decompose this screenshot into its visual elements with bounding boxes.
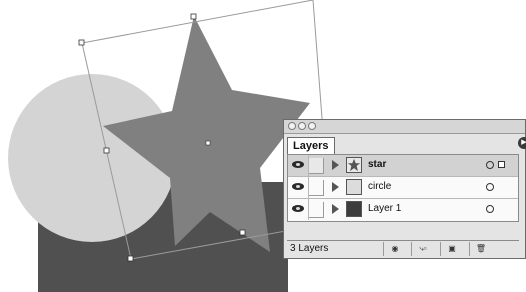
layer-thumbnail-circle bbox=[346, 179, 362, 195]
trash-icon[interactable]: 🗑 bbox=[469, 242, 492, 256]
visibility-toggle[interactable] bbox=[288, 199, 309, 220]
handle-left-center[interactable] bbox=[103, 147, 110, 154]
layer-row-layer-1[interactable]: Layer 1 bbox=[288, 199, 518, 220]
visibility-toggle[interactable] bbox=[288, 155, 309, 176]
handle-bottom-center[interactable] bbox=[239, 229, 246, 236]
layers-list: star circle Layer 1 bbox=[287, 154, 519, 222]
make-clipping-mask-icon[interactable]: ◉ bbox=[383, 242, 406, 256]
close-button[interactable] bbox=[288, 122, 296, 130]
new-layer-icon[interactable]: ▣ bbox=[440, 242, 463, 256]
palette-title-bar[interactable] bbox=[284, 120, 525, 134]
handle-top-left[interactable] bbox=[78, 39, 85, 46]
layer-name: circle bbox=[368, 181, 392, 192]
layer-row-star[interactable]: star bbox=[288, 155, 518, 177]
eye-icon bbox=[292, 161, 304, 168]
layer-name: Layer 1 bbox=[368, 203, 402, 214]
layer-thumbnail-layer-1 bbox=[346, 201, 362, 217]
lock-toggle[interactable] bbox=[309, 180, 324, 196]
new-sublayer-icon[interactable]: ⤷▫ bbox=[411, 242, 434, 256]
minimize-button[interactable] bbox=[298, 122, 306, 130]
expand-arrow-icon[interactable] bbox=[332, 182, 339, 192]
eye-icon bbox=[292, 205, 304, 212]
lock-toggle[interactable] bbox=[309, 158, 324, 174]
eye-icon bbox=[292, 183, 304, 190]
layer-row-circle[interactable]: circle bbox=[288, 177, 518, 199]
layer-count: 3 Layers bbox=[290, 243, 329, 254]
lock-toggle[interactable] bbox=[309, 202, 324, 218]
palette-status-bar: 3 Layers ◉ ⤷▫ ▣ 🗑 bbox=[287, 240, 519, 257]
zoom-button[interactable] bbox=[308, 122, 316, 130]
target-circle-icon[interactable] bbox=[486, 183, 494, 191]
handle-top-center[interactable] bbox=[190, 13, 197, 20]
layer-name: star bbox=[368, 159, 387, 170]
center-point bbox=[205, 140, 211, 146]
expand-arrow-icon[interactable] bbox=[332, 204, 339, 214]
expand-arrow-icon[interactable] bbox=[332, 160, 339, 170]
palette-menu-arrow-icon[interactable]: ▶ bbox=[518, 137, 526, 149]
layers-palette[interactable]: Layers ▶ star circle Layer 1 3 Layers ◉ … bbox=[283, 119, 526, 259]
layer-thumbnail-star bbox=[346, 157, 362, 173]
selection-indicator[interactable] bbox=[498, 161, 505, 168]
tab-strip: Layers ▶ bbox=[284, 134, 526, 154]
target-circle-icon[interactable] bbox=[486, 161, 494, 169]
tab-layers[interactable]: Layers bbox=[287, 137, 335, 154]
target-circle-icon[interactable] bbox=[486, 205, 494, 213]
visibility-toggle[interactable] bbox=[288, 177, 309, 198]
handle-bottom-left[interactable] bbox=[127, 255, 134, 262]
